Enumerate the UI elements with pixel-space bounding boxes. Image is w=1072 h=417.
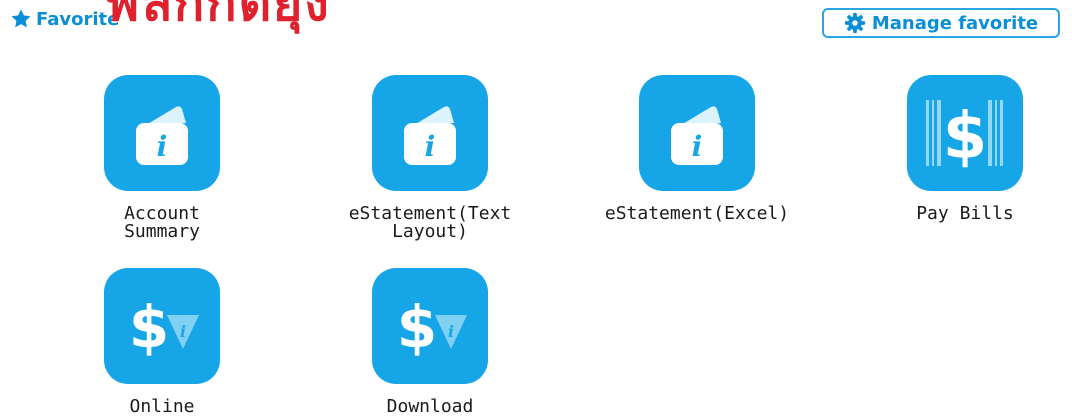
tile-label: eStatement(Excel) xyxy=(604,203,790,224)
overlay-thai-text: ฟิลกกิตยุง xyxy=(104,0,331,32)
dollar-info-icon: $ i xyxy=(104,268,220,384)
tile-estatement-excel[interactable]: i eStatement(Excel) xyxy=(592,75,802,223)
tile-online[interactable]: $ i Online xyxy=(57,268,267,416)
tile-label: Account Summary xyxy=(124,203,200,242)
gear-icon xyxy=(844,12,865,34)
dollar-barcode-icon: $ xyxy=(907,75,1023,191)
dollar-info-icon: $ i xyxy=(372,268,488,384)
svg-text:$: $ xyxy=(943,100,988,174)
tile-pay-bills[interactable]: $ Pay Bills xyxy=(860,75,1070,223)
svg-text:i: i xyxy=(180,322,186,341)
tile-label: Pay Bills xyxy=(916,203,1014,224)
manage-favorite-label: Manage favorite xyxy=(871,12,1039,34)
manage-favorite-button[interactable]: Manage favorite xyxy=(822,8,1060,38)
tile-account-summary[interactable]: i Account Summary xyxy=(57,75,267,241)
folder-info-icon: i xyxy=(104,75,220,191)
tile-download[interactable]: $ i Download xyxy=(325,268,535,416)
svg-text:i: i xyxy=(692,130,703,163)
folder-info-icon: i xyxy=(372,75,488,191)
svg-text:i: i xyxy=(157,130,168,163)
svg-text:i: i xyxy=(425,130,436,163)
tile-label: Download xyxy=(386,396,474,417)
favorite-heading: Favorite xyxy=(10,8,119,30)
tile-label: eStatement(Text Layout) xyxy=(348,203,512,242)
svg-text:$: $ xyxy=(397,293,437,361)
folder-info-icon: i xyxy=(639,75,755,191)
star-icon xyxy=(11,9,31,28)
svg-text:$: $ xyxy=(129,293,169,361)
svg-text:i: i xyxy=(448,322,454,341)
tile-estatement-text[interactable]: i eStatement(Text Layout) xyxy=(325,75,535,241)
tile-label: Online xyxy=(129,396,195,417)
